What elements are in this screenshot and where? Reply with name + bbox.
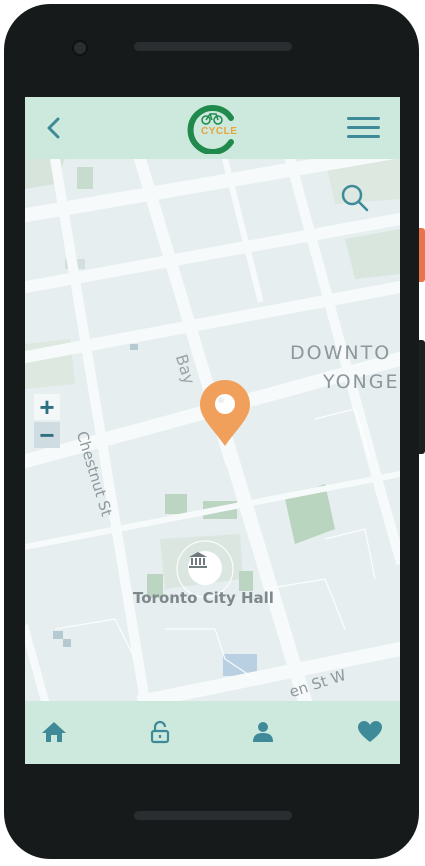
city-hall-marker[interactable] — [188, 551, 222, 585]
hamburger-line — [347, 135, 380, 138]
map-label-city-hall: Toronto City Hall — [133, 589, 274, 607]
zoom-controls: + − — [34, 394, 60, 448]
hamburger-icon — [347, 117, 380, 120]
front-camera — [72, 40, 88, 56]
map-pin-icon — [200, 380, 250, 446]
volume-button[interactable] — [419, 340, 425, 454]
user-icon — [253, 722, 273, 742]
map-label-downtown: DOWNTO — [290, 342, 392, 364]
search-icon — [341, 184, 369, 212]
home-icon — [42, 722, 66, 742]
menu-button[interactable] — [343, 111, 383, 145]
zoom-out-button[interactable]: − — [34, 422, 60, 448]
app-header: CYCLE — [25, 97, 400, 159]
bottom-speaker — [134, 811, 292, 820]
tab-profile[interactable] — [246, 715, 280, 749]
location-pin[interactable] — [198, 378, 252, 448]
zoom-in-button[interactable]: + — [34, 394, 60, 420]
bottom-tab-bar — [25, 701, 400, 764]
logo-text: CYCLE — [201, 126, 238, 137]
chevron-left-icon — [47, 117, 60, 139]
power-button[interactable] — [419, 228, 425, 282]
map-search-button[interactable] — [338, 181, 372, 215]
tab-unlock[interactable] — [143, 715, 177, 749]
earpiece-speaker — [134, 42, 292, 51]
back-button[interactable] — [37, 111, 71, 145]
hamburger-line — [347, 126, 380, 129]
museum-icon — [189, 552, 207, 568]
app-screen: CYCLE DOWNTO YONGE Bay Chestnut St en St… — [25, 97, 400, 764]
tab-favorites[interactable] — [353, 715, 387, 749]
map-label-yonge: YONGE — [323, 371, 400, 393]
app-logo[interactable]: CYCLE — [185, 104, 239, 155]
map-view[interactable]: DOWNTO YONGE Bay Chestnut St en St W Tor… — [25, 159, 400, 701]
unlock-icon — [150, 720, 170, 744]
heart-icon — [358, 721, 382, 742]
tab-home[interactable] — [37, 715, 71, 749]
